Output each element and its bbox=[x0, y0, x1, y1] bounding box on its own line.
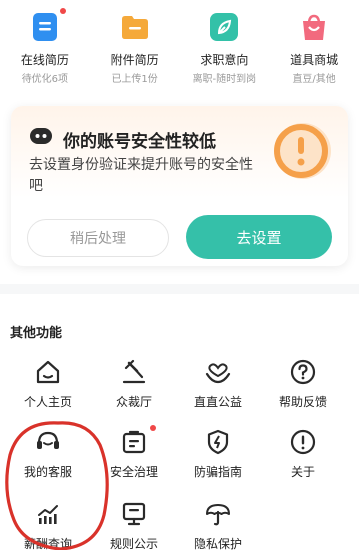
security-title: 你的账号安全性较低 bbox=[63, 132, 216, 152]
function-item-label: 众裁厅 bbox=[115, 395, 152, 409]
quick-item-label: 在线简历 bbox=[20, 53, 69, 67]
umbrella-icon bbox=[206, 504, 230, 526]
function-item-customer-service[interactable]: 我的客服 bbox=[3, 428, 93, 480]
quick-item-label: 附件简历 bbox=[110, 53, 159, 67]
function-item-label: 直直公益 bbox=[193, 395, 242, 409]
rules-board-icon bbox=[122, 502, 146, 526]
quick-item-sub: 待优化6项 bbox=[21, 74, 69, 85]
salary-chart-icon bbox=[38, 505, 58, 524]
function-item-label: 帮助反馈 bbox=[278, 395, 327, 409]
function-item-label: 规则公示 bbox=[109, 537, 158, 550]
folder-icon bbox=[120, 12, 150, 42]
function-item-label: 个人主页 bbox=[23, 395, 72, 409]
function-item-rules-notice[interactable]: 规则公示 bbox=[89, 500, 179, 550]
quick-access-row: 在线简历 待优化6项 附件简历 已上传1份 求职意向 离职-随时到岗 道具商城 … bbox=[0, 0, 359, 96]
heart-hands-icon bbox=[205, 363, 231, 384]
quick-item-attachment-resume[interactable]: 附件简历 已上传1份 bbox=[90, 0, 180, 96]
function-item-security-governance[interactable]: 安全治理 bbox=[89, 425, 179, 480]
quick-item-sub: 离职-随时到岗 bbox=[192, 74, 257, 85]
quick-item-label: 求职意向 bbox=[200, 53, 249, 67]
go-set-button[interactable]: 去设置 bbox=[186, 215, 332, 259]
shopping-bag-icon bbox=[299, 12, 329, 42]
security-description: 去设置身份验证来提升账号的安全性吧 bbox=[29, 157, 253, 194]
section-divider bbox=[0, 284, 359, 294]
shield-bolt-icon bbox=[207, 429, 229, 455]
section-title: 其他功能 bbox=[10, 326, 63, 341]
function-item-charity[interactable]: 直直公益 bbox=[173, 358, 263, 410]
home-icon bbox=[36, 360, 60, 384]
quick-item-label: 道具商城 bbox=[290, 53, 339, 67]
notification-dot bbox=[59, 8, 66, 14]
quick-item-sub: 已上传1份 bbox=[111, 74, 158, 85]
function-item-salary-query[interactable]: 薪酬查询 bbox=[3, 500, 93, 550]
function-item-label: 隐私保护 bbox=[193, 537, 242, 550]
quick-item-online-resume[interactable]: 在线简历 待优化6项 bbox=[0, 0, 90, 96]
customer-service-icon bbox=[37, 431, 59, 449]
question-icon bbox=[290, 359, 316, 385]
id-card-icon bbox=[120, 425, 156, 456]
later-button[interactable]: 稍后处理 bbox=[27, 219, 169, 257]
notification-dot bbox=[150, 425, 156, 431]
function-item-privacy-protection[interactable]: 隐私保护 bbox=[173, 500, 263, 550]
function-item-help-feedback[interactable]: 帮助反馈 bbox=[258, 358, 348, 410]
resume-icon bbox=[30, 8, 66, 42]
function-item-tribunal[interactable]: 众裁厅 bbox=[89, 358, 179, 410]
leaf-icon bbox=[209, 12, 239, 42]
robot-icon bbox=[30, 128, 52, 144]
quick-item-job-intention[interactable]: 求职意向 离职-随时到岗 bbox=[180, 0, 270, 96]
quick-item-prop-mall[interactable]: 道具商城 直豆/其他 bbox=[269, 0, 359, 96]
gavel-icon bbox=[122, 359, 146, 384]
function-item-label: 薪酬查询 bbox=[23, 537, 72, 550]
function-item-anti-fraud-guide[interactable]: 防骗指南 bbox=[173, 428, 263, 480]
account-security-card: 你的账号安全性较低 去设置身份验证来提升账号的安全性吧 稍后处理 去设置 bbox=[11, 106, 348, 266]
function-item-homepage[interactable]: 个人主页 bbox=[3, 358, 93, 410]
quick-item-sub: 直豆/其他 bbox=[292, 74, 336, 85]
function-item-about[interactable]: 关于 bbox=[258, 428, 348, 480]
exclamation-icon bbox=[290, 429, 316, 455]
warning-icon bbox=[274, 123, 331, 179]
function-item-label: 防骗指南 bbox=[193, 465, 242, 479]
function-item-label: 我的客服 bbox=[23, 465, 72, 479]
function-item-label: 关于 bbox=[290, 465, 315, 479]
function-item-label: 安全治理 bbox=[109, 465, 158, 479]
